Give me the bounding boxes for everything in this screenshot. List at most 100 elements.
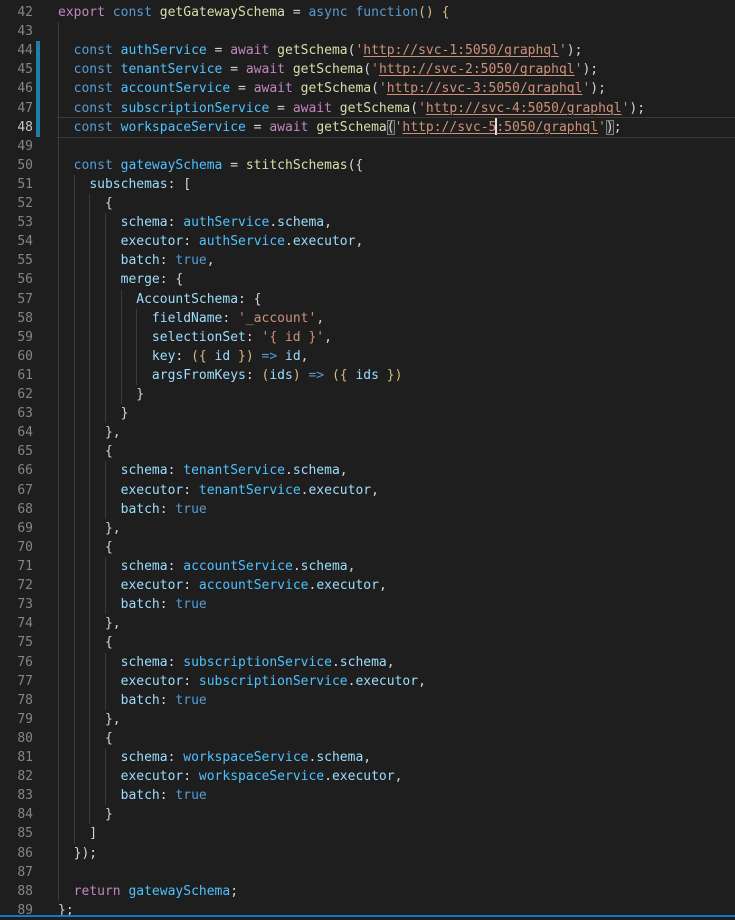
code-line[interactable]: 57 AccountSchema: { xyxy=(0,290,735,309)
code-text: { xyxy=(58,194,113,213)
code-line[interactable]: 70 { xyxy=(0,538,735,557)
code-line[interactable]: 55 batch: true, xyxy=(0,251,735,270)
code-line[interactable]: 84 } xyxy=(0,805,735,824)
code-line[interactable]: 58 fieldName: '_account', xyxy=(0,309,735,328)
code-editor[interactable]: 42 export const getGatewaySchema = async … xyxy=(0,0,735,917)
line-number: 79 xyxy=(0,710,33,729)
code-line[interactable]: 74 }, xyxy=(0,614,735,633)
line-number: 61 xyxy=(0,366,33,385)
line-number: 44 xyxy=(0,41,33,60)
line-number: 49 xyxy=(0,137,33,156)
line-number: 47 xyxy=(0,99,33,118)
code-line[interactable]: 83 batch: true xyxy=(0,786,735,805)
code-text: batch: true xyxy=(58,691,207,710)
code-text: ] xyxy=(58,824,97,843)
code-line[interactable]: 54 executor: authService.executor, xyxy=(0,232,735,251)
code-line[interactable]: 77 executor: subscriptionService.executo… xyxy=(0,672,735,691)
line-number: 55 xyxy=(0,251,33,270)
code-line[interactable]: 45 const tenantService = await getSchema… xyxy=(0,60,735,79)
code-text: schema: workspaceService.schema, xyxy=(58,748,371,767)
code-line[interactable]: 64 }, xyxy=(0,423,735,442)
code-line[interactable]: 48 const workspaceService = await getSch… xyxy=(0,118,735,137)
code-text: }); xyxy=(58,844,97,863)
code-text: executor: tenantService.executor, xyxy=(58,481,379,500)
code-line[interactable]: 56 merge: { xyxy=(0,270,735,289)
code-line[interactable]: 78 batch: true xyxy=(0,691,735,710)
line-number: 76 xyxy=(0,653,33,672)
code-line[interactable]: 89}; xyxy=(0,901,735,920)
code-text: const accountService = await getSchema('… xyxy=(58,79,606,98)
line-number: 81 xyxy=(0,748,33,767)
code-text: batch: true xyxy=(58,500,207,519)
code-line[interactable]: 72 executor: accountService.executor, xyxy=(0,576,735,595)
line-number: 59 xyxy=(0,328,33,347)
code-line[interactable]: 85 ] xyxy=(0,824,735,843)
matched-bracket: ) xyxy=(606,120,614,135)
code-line[interactable]: 73 batch: true xyxy=(0,595,735,614)
code-line[interactable]: 76 schema: subscriptionService.schema, xyxy=(0,653,735,672)
code-text: executor: subscriptionService.executor, xyxy=(58,672,426,691)
code-text: AccountSchema: { xyxy=(58,290,262,309)
code-text: selectionSet: '{ id }', xyxy=(58,328,332,347)
code-line[interactable]: 53 schema: authService.schema, xyxy=(0,213,735,232)
indent-guide xyxy=(58,22,59,41)
code-text: }, xyxy=(58,614,121,633)
code-line[interactable]: 88 return gatewaySchema; xyxy=(0,882,735,901)
line-number: 52 xyxy=(0,194,33,213)
code-text: argsFromKeys: (ids) => ({ ids }) xyxy=(58,366,402,385)
code-line[interactable]: 69 }, xyxy=(0,519,735,538)
indent-guide xyxy=(58,863,59,882)
line-number: 71 xyxy=(0,557,33,576)
code-text: const subscriptionService = await getSch… xyxy=(58,99,645,118)
code-text: { xyxy=(58,633,113,652)
code-line[interactable]: 80 { xyxy=(0,729,735,748)
code-line[interactable]: 47 const subscriptionService = await get… xyxy=(0,99,735,118)
code-line[interactable]: 61 argsFromKeys: (ids) => ({ ids }) xyxy=(0,366,735,385)
code-line[interactable]: 82 executor: workspaceService.executor, xyxy=(0,767,735,786)
code-text: }; xyxy=(58,901,74,920)
code-text: return gatewaySchema; xyxy=(58,882,238,901)
code-text: schema: authService.schema, xyxy=(58,213,332,232)
code-line[interactable]: 63 } xyxy=(0,404,735,423)
code-line[interactable]: 44 const authService = await getSchema('… xyxy=(0,41,735,60)
line-number: 57 xyxy=(0,290,33,309)
code-line[interactable]: 62 } xyxy=(0,385,735,404)
line-number: 64 xyxy=(0,423,33,442)
code-line[interactable]: 42 export const getGatewaySchema = async … xyxy=(0,3,735,22)
code-line[interactable]: 87 xyxy=(0,863,735,882)
code-line[interactable]: 59 selectionSet: '{ id }', xyxy=(0,328,735,347)
line-number: 45 xyxy=(0,60,33,79)
line-number: 88 xyxy=(0,882,33,901)
code-line[interactable]: 52 { xyxy=(0,194,735,213)
code-text: export const getGatewaySchema = async fu… xyxy=(58,3,449,22)
code-line[interactable]: 60 key: ({ id }) => id, xyxy=(0,347,735,366)
line-number: 60 xyxy=(0,347,33,366)
code-line[interactable]: 51 subschemas: [ xyxy=(0,175,735,194)
line-number: 87 xyxy=(0,863,33,882)
line-number: 43 xyxy=(0,22,33,41)
code-text: { xyxy=(58,729,113,748)
code-line[interactable]: 71 schema: accountService.schema, xyxy=(0,557,735,576)
line-number: 56 xyxy=(0,270,33,289)
line-number: 80 xyxy=(0,729,33,748)
code-line[interactable]: 43 xyxy=(0,22,735,41)
line-number: 51 xyxy=(0,175,33,194)
code-line[interactable]: 66 schema: tenantService.schema, xyxy=(0,461,735,480)
code-text: } xyxy=(58,404,128,423)
line-number: 89 xyxy=(0,901,33,920)
code-line[interactable]: 50 const gatewaySchema = stitchSchemas({ xyxy=(0,156,735,175)
code-line[interactable]: 67 executor: tenantService.executor, xyxy=(0,481,735,500)
code-line[interactable]: 81 schema: workspaceService.schema, xyxy=(0,748,735,767)
line-number: 69 xyxy=(0,519,33,538)
code-line[interactable]: 86 }); xyxy=(0,844,735,863)
line-number: 42 xyxy=(0,3,33,22)
code-line[interactable]: 75 { xyxy=(0,633,735,652)
code-text: executor: workspaceService.executor, xyxy=(58,767,402,786)
code-text: const tenantService = await getSchema('h… xyxy=(58,60,598,79)
code-line[interactable]: 68 batch: true xyxy=(0,500,735,519)
code-line[interactable]: 49 xyxy=(0,137,735,156)
code-line[interactable]: 46 const accountService = await getSchem… xyxy=(0,79,735,98)
code-line[interactable]: 65 { xyxy=(0,442,735,461)
code-line[interactable]: 79 }, xyxy=(0,710,735,729)
line-number: 85 xyxy=(0,824,33,843)
